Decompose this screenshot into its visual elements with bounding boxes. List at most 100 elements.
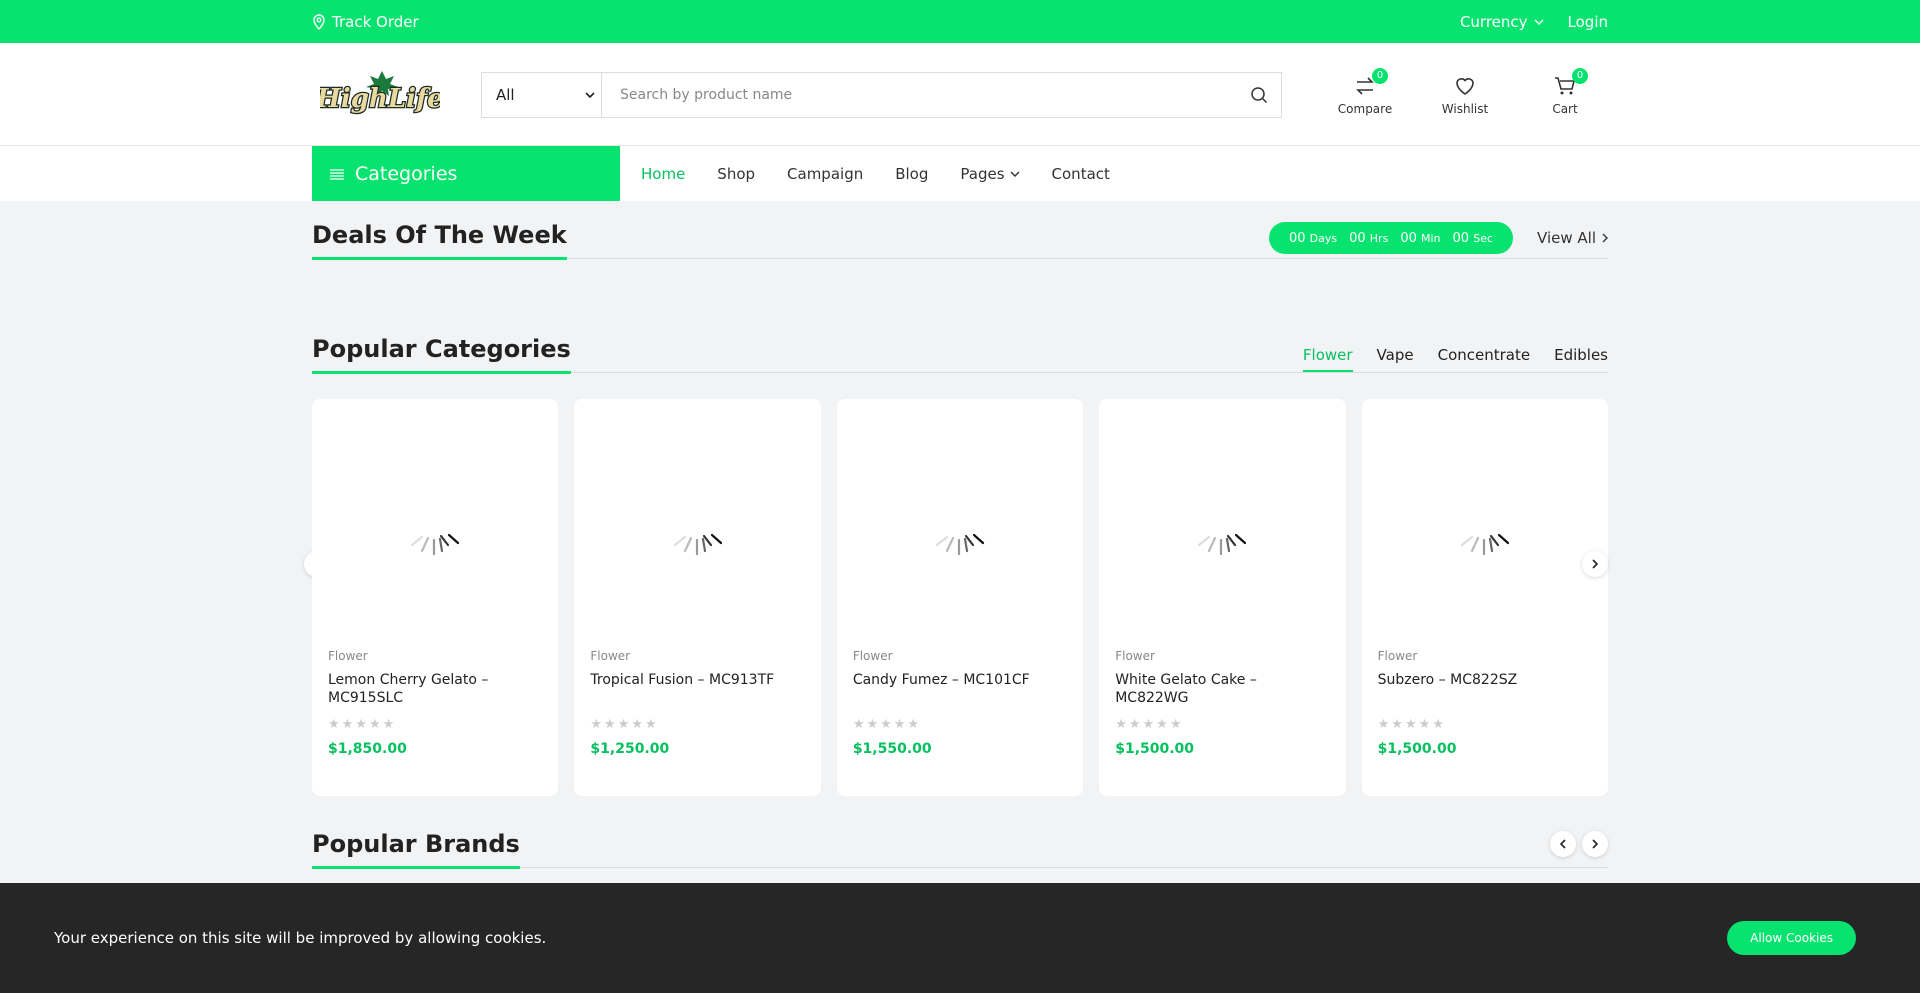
product-rating: ★★★★★	[590, 717, 659, 732]
track-order-label: Track Order	[332, 12, 419, 31]
compare-label: Compare	[1337, 101, 1393, 116]
menu-icon	[330, 168, 344, 180]
nav-item-home[interactable]: Home	[641, 165, 685, 183]
track-order-link[interactable]: Track Order	[312, 13, 419, 31]
tab-edibles[interactable]: Edibles	[1554, 346, 1608, 372]
chevron-right-icon	[1592, 559, 1598, 569]
wishlist-label: Wishlist	[1441, 101, 1489, 116]
product-price: $1,500.00	[1115, 741, 1195, 757]
wishlist-button[interactable]: Wishlist	[1437, 74, 1493, 116]
currency-dropdown[interactable]: Currency	[1460, 13, 1544, 31]
loading-spinner-icon	[1460, 533, 1509, 556]
chevron-left-icon	[1560, 839, 1566, 849]
timer-hrs: 00 Hrs	[1349, 230, 1389, 246]
cart-label: Cart	[1552, 101, 1578, 116]
chevron-right-icon	[1602, 233, 1608, 243]
nav-item-pages-label: Pages	[960, 164, 1005, 183]
main-nav: Categories Home Shop Campaign Blog Pages…	[0, 146, 1920, 201]
search-button[interactable]	[1237, 73, 1281, 117]
loading-spinner-icon	[935, 533, 985, 556]
product-name[interactable]: White Gelato Cake – MC822WG	[1115, 671, 1329, 715]
nav-item-blog[interactable]: Blog	[895, 165, 928, 183]
product-name[interactable]: Candy Fumez – MC101CF	[853, 671, 1067, 715]
view-all-label: View All	[1537, 229, 1596, 247]
nav-item-shop[interactable]: Shop	[717, 165, 755, 183]
svg-text:HighLife: HighLife	[320, 84, 440, 114]
product-name[interactable]: Subzero – MC822SZ	[1378, 671, 1592, 715]
cookie-banner: Your experience on this site will be imp…	[0, 883, 1920, 993]
top-bar: Track Order Currency Login	[0, 0, 1920, 43]
product-name[interactable]: Lemon Cherry Gelato – MC915SLC	[328, 671, 542, 715]
cookie-message: Your experience on this site will be imp…	[54, 929, 547, 947]
product-image-loading-spinner	[312, 399, 558, 649]
loading-spinner-icon	[1198, 533, 1247, 556]
product-name[interactable]: Tropical Fusion – MC913TF	[590, 671, 804, 715]
product-rating: ★★★★★	[852, 717, 922, 732]
product-card[interactable]: Flower White Gelato Cake – MC822WG ★★★★★…	[1099, 399, 1346, 796]
tab-concentrate[interactable]: Concentrate	[1438, 346, 1531, 372]
product-image-loading-spinner	[574, 399, 820, 649]
popular-brands-title: Popular Brands	[312, 830, 520, 869]
categories-button[interactable]: Categories	[312, 146, 620, 201]
timer-min: 00 Min	[1400, 230, 1441, 246]
product-rating: ★★★★★	[328, 717, 397, 732]
timer-sec: 00 Sec	[1452, 230, 1494, 246]
loading-spinner-icon	[411, 533, 460, 556]
chevron-down-icon	[585, 91, 595, 98]
nav-item-pages[interactable]: Pages	[960, 164, 1020, 183]
search-input[interactable]: Search by product name	[602, 87, 1237, 103]
countdown-timer: 00 Days 00 Hrs 00 Min 00 Sec	[1268, 222, 1514, 254]
nav-item-campaign[interactable]: Campaign	[787, 165, 863, 183]
tab-flower[interactable]: Flower	[1302, 346, 1353, 372]
view-all-link[interactable]: View All	[1537, 229, 1608, 247]
popular-categories-section: Popular Categories Flower Vape Concentra…	[304, 335, 1609, 796]
cart-count: 0	[1572, 67, 1588, 84]
product-category: Flower	[1377, 649, 1418, 663]
logo[interactable]: HighLife	[314, 67, 445, 123]
location-pin-icon	[313, 13, 325, 30]
product-category: Flower	[1115, 649, 1155, 663]
product-price: $1,550.00	[852, 741, 932, 757]
login-link[interactable]: Login	[1568, 13, 1608, 31]
product-card[interactable]: Flower Candy Fumez – MC101CF ★★★★★ $1,55…	[836, 399, 1084, 796]
category-tabs: Flower Vape Concentrate Edibles	[1302, 346, 1608, 372]
popular-brands-section: Popular Brands	[312, 830, 1608, 869]
loading-spinner-icon	[673, 533, 722, 556]
search-category-select[interactable]: All	[482, 72, 602, 117]
currency-label: Currency	[1459, 12, 1528, 31]
deals-title: Deals Of The Week	[312, 221, 567, 260]
product-card[interactable]: Flower Lemon Cherry Gelato – MC915SLC ★★…	[312, 399, 559, 796]
chevron-right-icon	[1592, 839, 1598, 849]
product-category: Flower	[852, 649, 893, 663]
header: HighLife All Search by product name 0 Co…	[0, 43, 1920, 146]
compare-button[interactable]: 0 Compare	[1337, 67, 1393, 116]
product-price: $1,250.00	[590, 741, 670, 757]
chevron-down-icon	[1534, 19, 1544, 25]
deals-section: Deals Of The Week 00 Days 00 Hrs 00 Min …	[312, 221, 1608, 260]
tab-vape[interactable]: Vape	[1377, 346, 1414, 372]
product-rating: ★★★★★	[1115, 717, 1184, 732]
carousel-next-button[interactable]	[1582, 551, 1608, 577]
nav-item-contact[interactable]: Contact	[1052, 165, 1110, 183]
product-card[interactable]: Flower Subzero – MC822SZ ★★★★★ $1,500.00	[1361, 399, 1609, 796]
product-image-loading-spinner	[1362, 399, 1608, 649]
search-icon	[1251, 86, 1268, 103]
product-price: $1,500.00	[1377, 741, 1457, 757]
brands-next-button[interactable]	[1582, 831, 1608, 857]
allow-cookies-button[interactable]: Allow Cookies	[1727, 921, 1856, 955]
product-rating: ★★★★★	[1377, 717, 1446, 732]
heart-icon	[1456, 77, 1474, 95]
product-card[interactable]: Flower Tropical Fusion – MC913TF ★★★★★ $…	[574, 399, 821, 796]
search-category-value: All	[496, 85, 515, 104]
product-category: Flower	[328, 649, 368, 663]
compare-count: 0	[1372, 67, 1388, 84]
timer-days: 00 Days	[1288, 230, 1338, 246]
popular-categories-title: Popular Categories	[312, 335, 571, 374]
brands-prev-button[interactable]	[1550, 831, 1576, 857]
product-price: $1,850.00	[328, 741, 407, 757]
product-category: Flower	[590, 649, 631, 663]
cart-button[interactable]: 0 Cart	[1537, 67, 1593, 116]
product-image-loading-spinner	[837, 399, 1083, 649]
product-image-loading-spinner	[1099, 399, 1345, 649]
categories-label: Categories	[355, 162, 458, 185]
